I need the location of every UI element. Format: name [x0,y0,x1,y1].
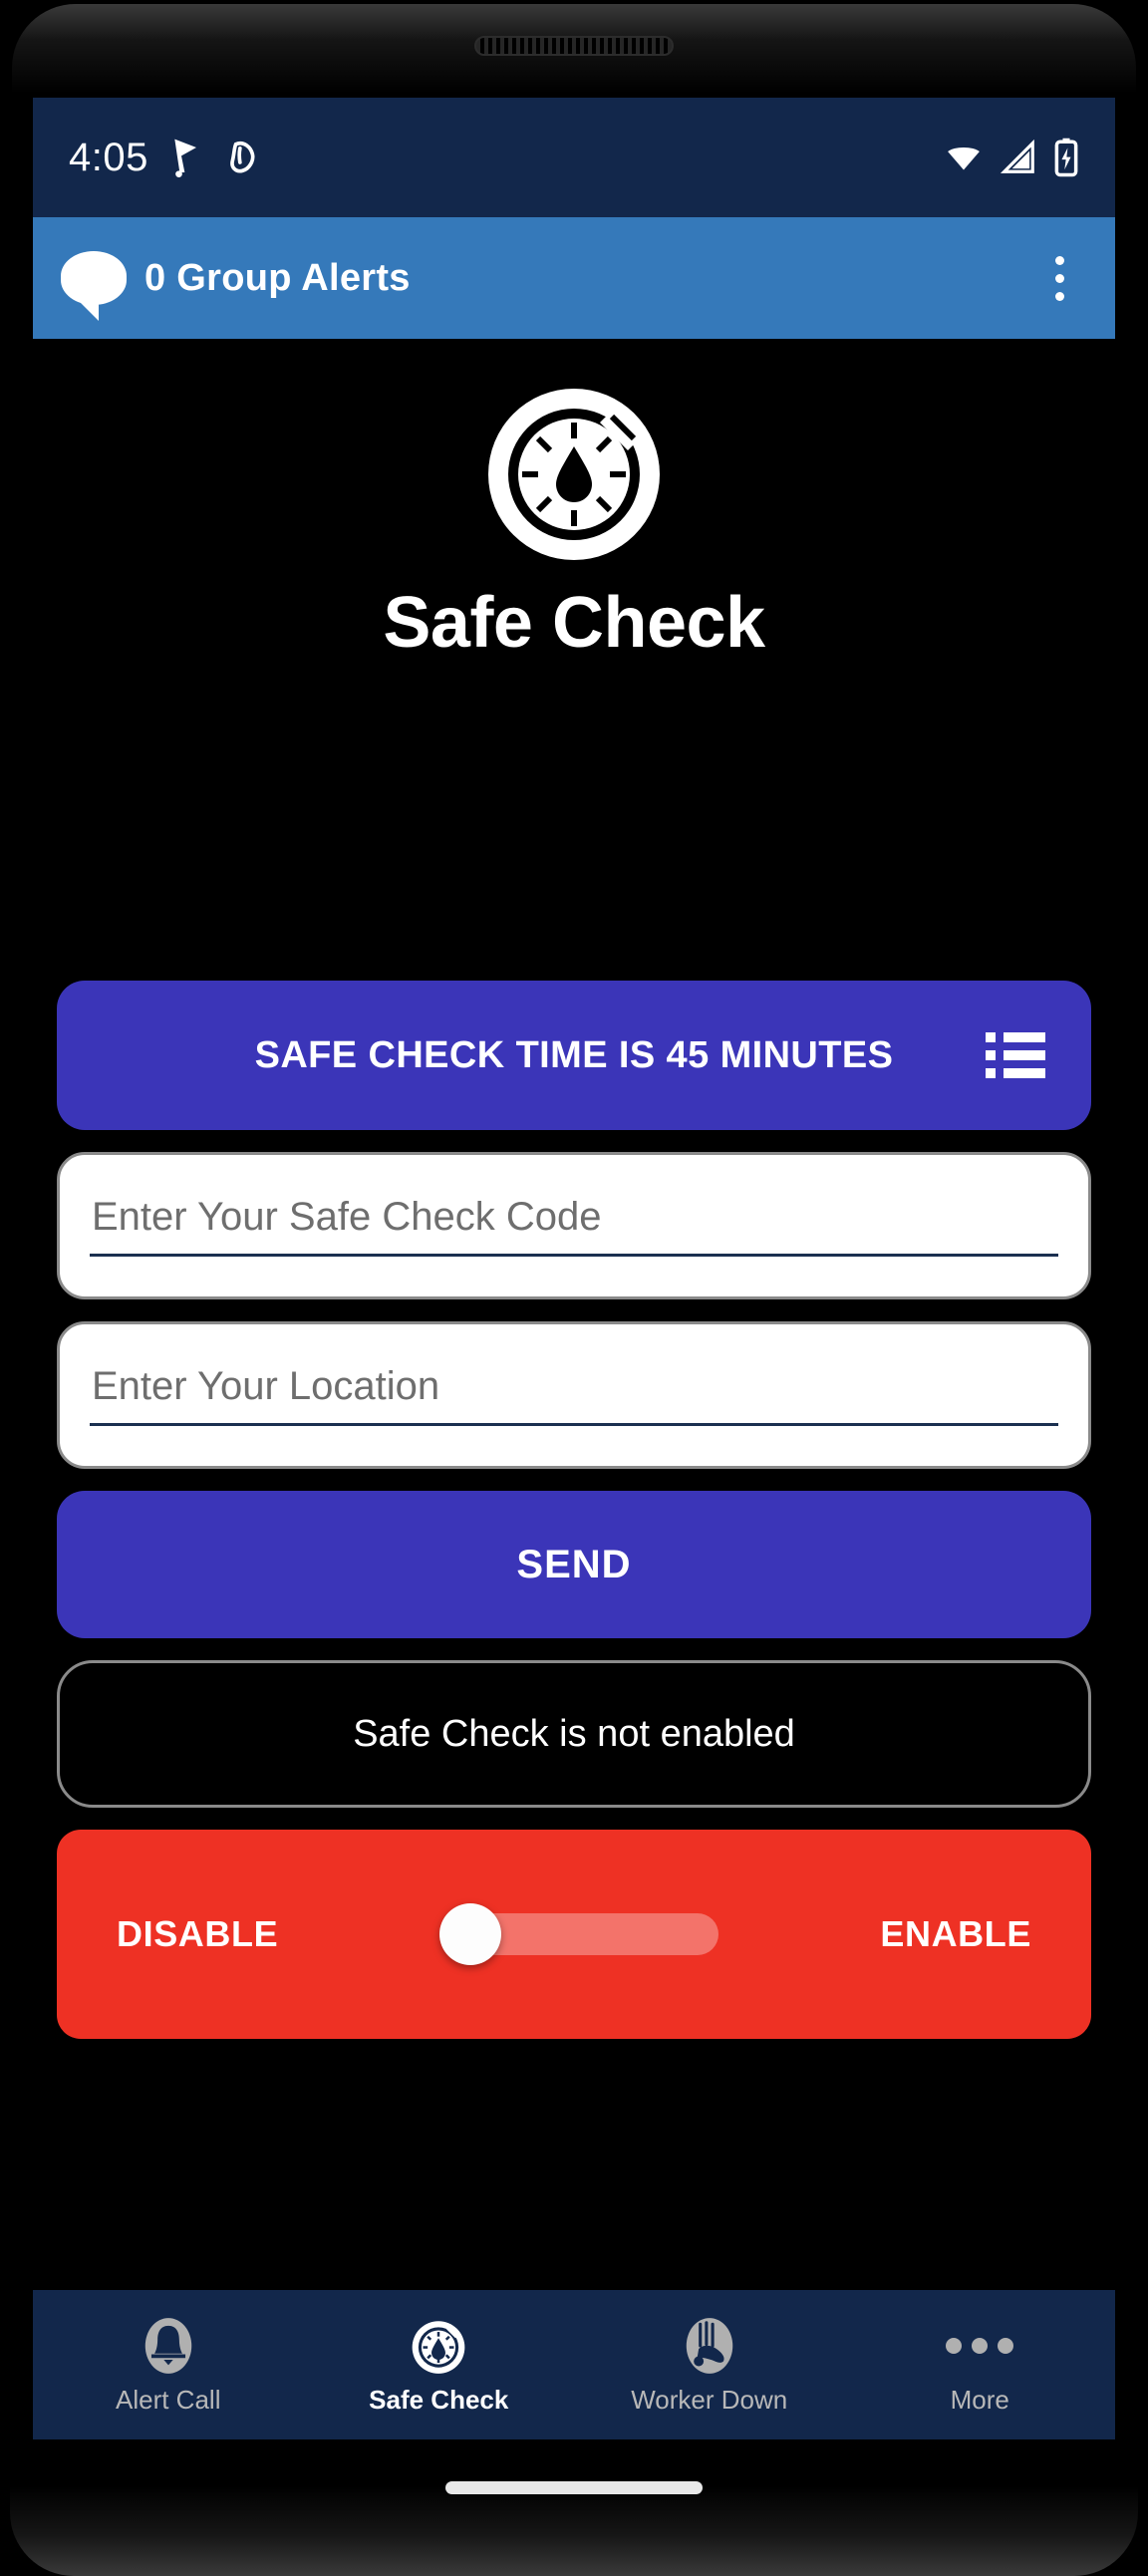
location-input[interactable] [90,1364,1058,1426]
list-icon[interactable] [986,1032,1045,1078]
nav-label-worker-down: Worker Down [631,2384,788,2415]
earpiece-speaker [474,36,674,56]
speech-bubble-icon [61,251,127,321]
enable-label: ENABLE [880,1913,1031,1954]
disable-label: DISABLE [117,1913,279,1954]
do-not-disturb-icon [230,142,255,173]
hero-section: Safe Check [33,339,1115,664]
safe-check-time-label: SAFE CHECK TIME IS 45 MINUTES [254,1033,894,1076]
wifi-icon [948,147,980,170]
status-bar: 4:05 [33,98,1115,217]
send-button[interactable]: SEND [57,1491,1091,1638]
safe-check-time-button[interactable]: SAFE CHECK TIME IS 45 MINUTES [57,981,1091,1130]
app-bar: 0 Group Alerts [33,217,1115,339]
bell-icon [144,2317,191,2374]
toggle-track [465,1913,719,1955]
main-content: SAFE CHECK TIME IS 45 MINUTES SEND Safe … [33,664,1115,2039]
safe-check-code-field[interactable] [57,1152,1091,1299]
battery-charging-icon [1054,138,1078,177]
page-title: Safe Check [383,583,765,663]
overflow-menu-icon[interactable] [1031,242,1087,314]
status-bar-left: 4:05 [69,136,264,180]
status-bar-clock: 4:05 [69,135,148,179]
nav-item-more[interactable]: More [845,2315,1116,2416]
nav-item-alert-call[interactable]: Alert Call [33,2315,304,2416]
phone-screen: 4:05 0 Group Alerts Safe Check SAFE CHEC… [33,98,1115,2439]
nav-label-safe-check: Safe Check [369,2384,509,2415]
more-dots-icon [946,2315,1014,2377]
nav-item-worker-down[interactable]: Worker Down [574,2315,845,2416]
status-badge: Safe Check is not enabled [57,1660,1091,1808]
bottom-navigation: Alert Call Safe Check Worker Down More [33,2290,1115,2439]
nav-label-more: More [950,2384,1009,2415]
enable-disable-panel: DISABLE ENABLE [57,1830,1091,2039]
cellular-signal-icon [1000,139,1034,173]
nav-item-safe-check[interactable]: Safe Check [304,2315,575,2416]
status-bar-right [944,137,1079,178]
toggle-thumb[interactable] [439,1903,502,1965]
enable-toggle-switch[interactable] [439,1903,719,1965]
worker-down-icon [686,2317,732,2374]
phone-device-frame: 4:05 0 Group Alerts Safe Check SAFE CHEC… [0,0,1148,2576]
device-bezel-bottom [10,2486,1138,2576]
location-flag-icon [174,139,196,177]
stopwatch-icon [412,2320,465,2374]
group-alerts-title: 0 Group Alerts [144,256,411,299]
home-gesture-bar[interactable] [445,2481,703,2494]
safe-check-stopwatch-logo [488,389,660,560]
location-field[interactable] [57,1321,1091,1469]
safe-check-code-input[interactable] [90,1195,1058,1257]
nav-label-alert-call: Alert Call [116,2384,221,2415]
